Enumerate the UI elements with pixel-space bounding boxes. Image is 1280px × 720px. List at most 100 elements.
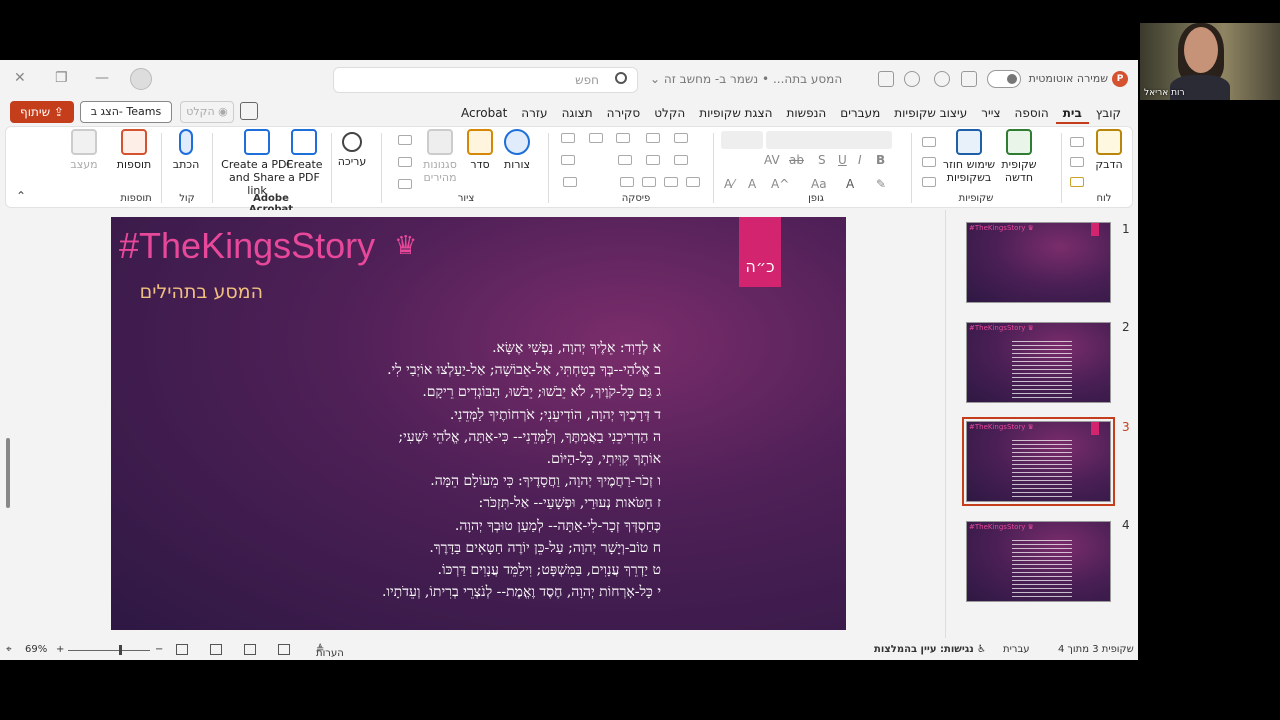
line-spacing-icon[interactable] [589,133,603,143]
align-text-icon[interactable] [561,155,575,165]
reuse-slides-button[interactable]: שימוש חוזר בשקופיות [939,129,999,184]
align-left-icon[interactable] [642,177,656,187]
numbering-icon[interactable] [646,133,660,143]
tab-transitions[interactable]: מעברים [833,104,887,124]
arrange-button[interactable]: סדר [464,129,496,171]
document-title[interactable]: המסע בתה... • נשמר ב- מחשב זה ⌄ [650,72,850,86]
tab-home[interactable]: בית [1055,104,1089,124]
undo-icon[interactable] [934,71,950,87]
search-input[interactable]: חפש [333,67,638,93]
dictate-button[interactable]: הכתב [168,129,204,171]
zoom-slider[interactable] [68,650,150,651]
font-size-select[interactable] [721,131,763,149]
restore-icon[interactable]: ❐ [55,70,68,86]
reading-view-icon[interactable] [210,644,222,655]
tab-acrobat[interactable]: Acrobat [454,104,514,124]
tab-animations[interactable]: הנפשות [779,104,833,124]
smartart-icon[interactable] [563,177,577,187]
language-status[interactable]: עברית [1003,644,1030,655]
font-name-select[interactable] [766,131,892,149]
section-icon[interactable] [922,177,936,187]
indent-icon[interactable] [616,133,630,143]
present-in-teams-button[interactable]: הצג ב- Teams [80,101,172,123]
slide-thumbnail[interactable]: #TheKingsStory ♛ [966,222,1111,303]
underline-icon[interactable]: U [838,153,847,167]
save-icon[interactable] [961,71,977,87]
slide-thumbnail[interactable]: #TheKingsStory ♛ [966,322,1111,403]
strikethrough-icon[interactable]: ab [789,153,804,167]
current-slide[interactable]: #TheKingsStory ♛ המסע בתהילים כ״ה א לְדָ… [111,217,846,630]
create-pdf-share-button[interactable]: Create a PDF and Share link [218,129,296,197]
shape-fill-icon[interactable] [398,135,412,145]
highlight-icon[interactable]: ✎ [876,177,886,191]
layout-icon[interactable] [922,137,936,147]
normal-view-icon[interactable] [176,644,188,655]
new-slide-button[interactable]: שקופית חדשה [996,129,1042,184]
copy-icon[interactable] [1070,157,1084,167]
collapse-ribbon-icon[interactable]: ⌃ [16,189,26,203]
addins-button[interactable]: תוספות [114,129,154,171]
reset-icon[interactable] [922,157,936,167]
comments-icon[interactable] [240,102,258,120]
zoom-out-icon[interactable]: − [155,644,163,655]
ltr-icon[interactable] [618,155,632,165]
accessibility-status[interactable]: נגישות: עיין בהמלצות [874,644,974,655]
minimize-icon[interactable]: — [95,70,109,86]
shape-outline-icon[interactable] [398,157,412,167]
shape-effects-icon[interactable] [398,179,412,189]
record-button[interactable]: הקלט ◉ [180,101,234,123]
quick-styles-button[interactable]: סגנונות מהירים [418,129,462,184]
clear-format-icon[interactable]: A⁄ [724,177,734,191]
grow-font-icon[interactable]: A^ [771,177,789,191]
justify-icon[interactable] [620,177,634,187]
autosave-toggle[interactable] [987,70,1021,88]
bullets-icon[interactable] [674,133,688,143]
shadow-icon[interactable]: S [818,153,826,167]
notes-button[interactable]: הערות ≜ [316,644,344,659]
cut-icon[interactable] [1070,137,1084,147]
tab-record[interactable]: הקלט [647,104,692,124]
change-case-icon[interactable]: Aa [811,177,827,191]
shrink-font-icon[interactable]: A [748,177,756,191]
tab-view[interactable]: תצוגה [555,104,600,124]
slide-subtitle[interactable]: המסע בתהילים [123,281,263,303]
rtl-icon[interactable] [646,155,660,165]
tab-slideshow[interactable]: הצגת שקופיות [692,104,779,124]
psalm-text[interactable]: א לְדָוִד: אֵלֶיךָ יְהוָה, נַפְשִׁי אֶשָ… [271,337,661,603]
slide-thumbnail-selected[interactable]: #TheKingsStory ♛ [962,417,1115,506]
tab-help[interactable]: עזרה [514,104,554,124]
align-center-icon[interactable] [664,177,678,187]
decrease-indent-icon[interactable] [674,155,688,165]
scrollbar-thumb[interactable] [6,438,10,508]
slide-sorter-icon[interactable] [244,644,256,655]
tab-draw[interactable]: צייר [974,104,1007,124]
designer-button[interactable]: מעצב [66,129,102,171]
text-direction-icon[interactable] [561,133,575,143]
zoom-slider-thumb[interactable] [119,645,122,655]
present-icon[interactable] [878,71,894,87]
format-painter-icon[interactable] [1070,177,1084,187]
redo-icon[interactable] [904,71,920,87]
font-color-icon[interactable]: A [846,177,854,191]
bold-icon[interactable]: B [876,153,885,167]
close-icon[interactable]: ✕ [14,70,26,86]
vertical-scrollbar[interactable] [2,210,12,638]
create-pdf-button[interactable]: Create a PDF [286,129,323,184]
paste-button[interactable]: הדבק [1089,129,1129,171]
slide-title[interactable]: #TheKingsStory [119,225,375,267]
italic-icon[interactable]: I [858,153,862,167]
zoom-level[interactable]: 69% [25,644,47,655]
slideshow-view-icon[interactable] [278,644,290,655]
share-button[interactable]: שיתוף ⇪ [10,101,74,123]
tab-insert[interactable]: הוספה [1008,104,1056,124]
tab-design[interactable]: עיצוב שקופיות [887,104,974,124]
align-right-icon[interactable] [686,177,700,187]
slide-thumbnail[interactable]: #TheKingsStory ♛ [966,521,1111,602]
char-spacing-icon[interactable]: AV [764,153,780,167]
shapes-button[interactable]: צורות [501,129,533,171]
zoom-in-icon[interactable]: + [56,644,64,655]
account-avatar[interactable] [130,68,152,90]
tab-review[interactable]: סקירה [600,104,648,124]
tab-file[interactable]: קובץ [1089,104,1128,124]
editing-button[interactable]: עריכה [332,129,372,168]
